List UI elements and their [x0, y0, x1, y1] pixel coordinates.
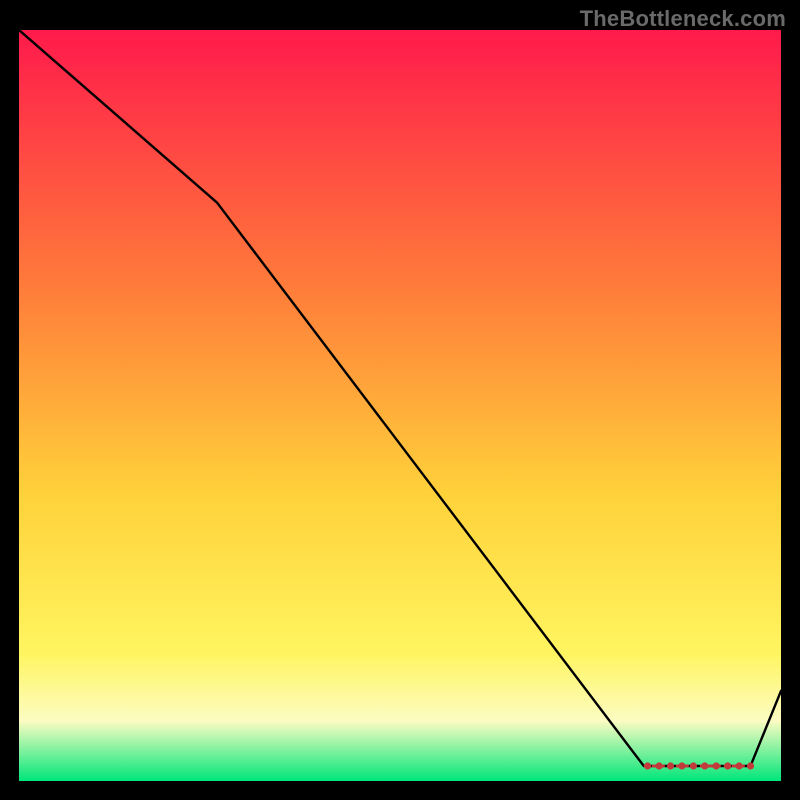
optimal-marker: [690, 762, 697, 769]
watermark-text: TheBottleneck.com: [580, 6, 786, 32]
bottleneck-plot: [19, 30, 781, 781]
optimal-marker: [678, 762, 685, 769]
chart-container: TheBottleneck.com: [0, 0, 800, 800]
optimal-marker: [736, 762, 743, 769]
optimal-marker: [713, 762, 720, 769]
optimal-marker: [701, 762, 708, 769]
optimal-marker: [667, 762, 674, 769]
optimal-marker: [644, 762, 651, 769]
gradient-background: [19, 30, 781, 781]
optimal-marker: [724, 762, 731, 769]
optimal-marker: [656, 762, 663, 769]
optimal-marker: [747, 762, 754, 769]
plot-area: [19, 30, 781, 781]
